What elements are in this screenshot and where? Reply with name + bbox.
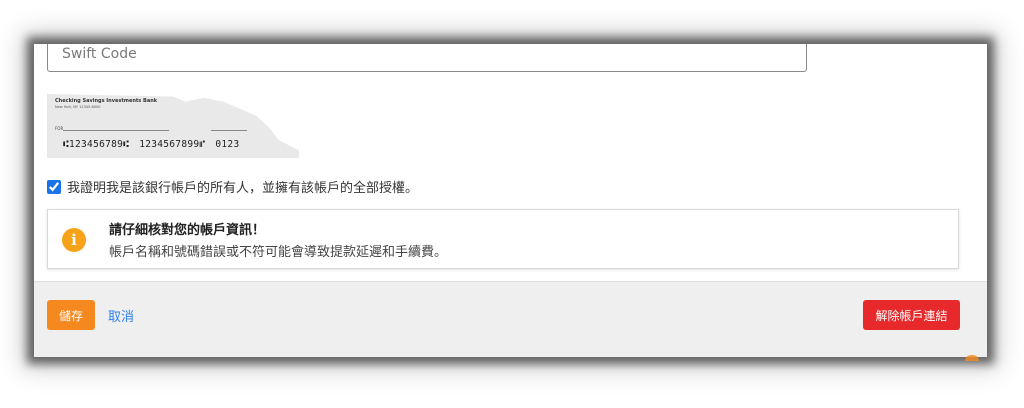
bank-account-form-panel: Checking Savings Investments Bank New Yo…	[34, 44, 987, 357]
floating-badge-partial	[965, 355, 979, 361]
ownership-consent: 我證明我是該銀行帳戶的所有人，並擁有該帳戶的全部授權。	[47, 177, 418, 196]
cheque-signature-line	[211, 130, 247, 131]
unlink-account-button[interactable]: 解除帳戶連結	[863, 300, 960, 330]
swift-code-input[interactable]	[47, 44, 807, 72]
cheque-bank-address: New York, NY 12345-6000	[55, 105, 101, 109]
sample-cheque-image: Checking Savings Investments Bank New Yo…	[47, 94, 299, 158]
cancel-link[interactable]: 取消	[108, 306, 134, 325]
cheque-account-number: 1234567899⑈	[139, 139, 206, 150]
cheque-micr-line: ⑆123456789⑆ 1234567899⑈ 0123	[63, 139, 249, 150]
cheque-routing-number: ⑆123456789⑆	[63, 139, 130, 150]
save-button[interactable]: 儲存	[47, 300, 95, 330]
cheque-memo-line	[63, 130, 169, 131]
ownership-consent-checkbox[interactable]	[47, 179, 61, 194]
cheque-check-number: 0123	[215, 139, 240, 150]
form-footer: 儲存 取消 解除帳戶連結	[34, 281, 987, 357]
alert-title: 請仔細核對您的帳戶資訊！	[109, 223, 266, 238]
alert-message: 帳戶名稱和號碼錯誤或不符可能會導致提款延遲和手續費。	[109, 245, 448, 260]
ownership-consent-label[interactable]: 我證明我是該銀行帳戶的所有人，並擁有該帳戶的全部授權。	[67, 177, 418, 196]
cheque-bank-name: Checking Savings Investments Bank	[55, 98, 158, 104]
cheque-for-label: FOR	[55, 126, 64, 131]
verify-info-alert: i 請仔細核對您的帳戶資訊！ 帳戶名稱和號碼錯誤或不符可能會導致提款延遲和手續費…	[47, 209, 959, 269]
info-icon: i	[62, 228, 86, 252]
